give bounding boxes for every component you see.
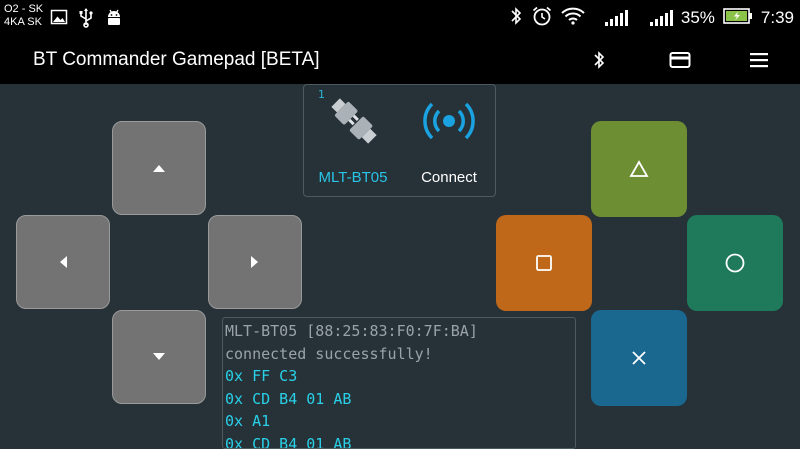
dpad-down-button[interactable] bbox=[112, 310, 206, 404]
cross-button[interactable] bbox=[591, 310, 687, 406]
card-icon bbox=[669, 52, 691, 68]
square-button[interactable] bbox=[496, 215, 592, 311]
circle-button[interactable] bbox=[687, 215, 783, 311]
message-log[interactable]: MLT-BT05 [88:25:83:F0:7F:BA] connected s… bbox=[222, 317, 576, 449]
signal-icon bbox=[649, 10, 673, 26]
triangle-icon bbox=[629, 160, 649, 177]
menu-button[interactable] bbox=[746, 47, 772, 73]
log-line: 0x A1 bbox=[225, 412, 271, 431]
menu-icon bbox=[750, 53, 768, 68]
dpad-up-button[interactable] bbox=[112, 121, 206, 215]
wireless-broadcast-icon bbox=[423, 102, 475, 140]
log-line: connected successfully! bbox=[225, 344, 433, 363]
cross-icon bbox=[632, 351, 646, 365]
battery-percent: 35% bbox=[680, 8, 715, 27]
log-line: MLT-BT05 [88:25:83:F0:7F:BA] bbox=[225, 322, 478, 340]
circle-icon bbox=[725, 253, 745, 273]
image-icon bbox=[50, 8, 68, 30]
arrow-down-icon bbox=[153, 353, 165, 360]
wifi-icon bbox=[561, 7, 585, 30]
device-select-button[interactable]: MLT-BT05 bbox=[304, 85, 402, 196]
triangle-button[interactable] bbox=[591, 121, 687, 217]
status-right: 35% 7:39 bbox=[509, 0, 794, 36]
arrow-up-icon bbox=[153, 165, 165, 172]
log-line: 0x CD B4 01 AB bbox=[225, 389, 352, 408]
battery-icon bbox=[723, 7, 753, 29]
bluetooth-button[interactable] bbox=[586, 47, 612, 73]
log-line: 0x CD B4 01 AB bbox=[225, 434, 352, 449]
device-name: MLT-BT05 bbox=[318, 169, 388, 186]
android-debug-icon bbox=[104, 8, 124, 32]
arrow-right-icon bbox=[251, 256, 258, 268]
alarm-icon bbox=[531, 5, 553, 32]
bluetooth-icon bbox=[594, 51, 605, 69]
bluetooth-icon bbox=[509, 6, 523, 31]
square-icon bbox=[536, 255, 552, 271]
status-bar: O2 - SK 4KA SK 35% 7:39 bbox=[0, 0, 800, 36]
dpad-right-button[interactable] bbox=[208, 215, 302, 309]
dpad-left-button[interactable] bbox=[16, 215, 110, 309]
page-title: BT Commander Gamepad [BETA] bbox=[33, 49, 320, 70]
usb-icon bbox=[78, 8, 94, 32]
app-bar: BT Commander Gamepad [BETA] bbox=[0, 36, 800, 84]
signal-icon bbox=[604, 10, 628, 26]
connect-label: Connect bbox=[421, 169, 477, 186]
log-line: 0x FF C3 bbox=[225, 367, 298, 386]
connect-button[interactable]: Connect bbox=[402, 85, 496, 196]
card-button[interactable] bbox=[667, 47, 693, 73]
arrow-left-icon bbox=[60, 256, 67, 268]
clock: 7:39 bbox=[760, 8, 794, 27]
connection-panel: 1 MLT-BT05 Connect bbox=[303, 84, 496, 197]
carrier-label: O2 - SK 4KA SK bbox=[4, 3, 44, 28]
plug-connector-icon bbox=[331, 98, 377, 144]
